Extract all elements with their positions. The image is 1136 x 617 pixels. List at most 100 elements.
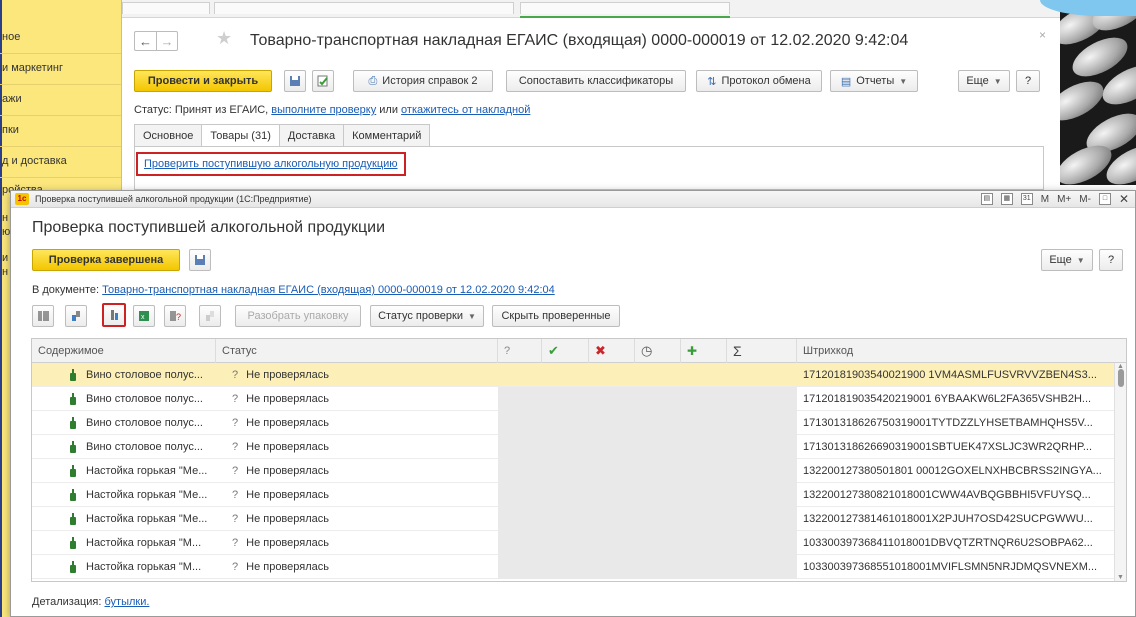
table-row[interactable]: Настойка горькая "Ме... ? Не проверялась 13… — [32, 507, 1114, 531]
help-button[interactable]: ? — [1099, 249, 1123, 271]
document-reference-link[interactable]: Товарно-транспортная накладная ЕГАИС (вх… — [102, 284, 555, 296]
nav-item-cut[interactable]: н — [2, 212, 8, 224]
save-button[interactable] — [284, 70, 306, 92]
table-row[interactable]: Вино столовое полус...? Не проверялась 171… — [32, 387, 1114, 411]
clock-icon[interactable]: ◷ — [635, 339, 681, 363]
tab-main[interactable]: Основное — [134, 124, 203, 146]
table-row[interactable]: Настойка горькая "М... ? Не проверялась 103… — [32, 531, 1114, 555]
favorite-star-icon[interactable]: ★ — [216, 28, 232, 49]
exchange-log-button[interactable]: ⇅ Протокол обмена — [696, 70, 822, 92]
cross-icon[interactable]: ✖ — [589, 339, 635, 363]
nav-item[interactable]: ное — [2, 31, 20, 43]
barcode-cell[interactable]: 171301318626690319001SBTUEK47XSLJC3WR2QR… — [803, 435, 1116, 459]
counts-cell[interactable] — [498, 435, 797, 459]
disabled-tool-button[interactable] — [199, 305, 221, 327]
save-button[interactable] — [189, 249, 211, 271]
table-row[interactable]: Вино столовое полус... ? Не проверялась 171… — [32, 411, 1114, 435]
column-header-status[interactable]: Статус — [216, 339, 498, 363]
content-cell[interactable]: Настойка горькая "Ме... — [70, 483, 216, 507]
counts-cell[interactable] — [498, 507, 797, 531]
more-button[interactable]: Еще ▼ — [1041, 249, 1093, 271]
barcode-cell[interactable]: 132200127380501801 00012GOXELNXHBCBRSS2I… — [803, 459, 1116, 483]
status-cell[interactable]: ? Не проверялась — [232, 531, 498, 555]
hide-checked-button[interactable]: Скрыть проверенные — [492, 305, 620, 327]
maximize-icon[interactable]: □ — [1098, 193, 1111, 205]
tab-comment[interactable]: Комментарий — [343, 124, 431, 146]
status-cell[interactable]: ? Не проверялась — [232, 483, 498, 507]
barcode-cell[interactable]: 171301318626750319001TYTDZZLYHSETBAMHQHS… — [803, 411, 1116, 435]
help-button[interactable]: ? — [1016, 70, 1040, 92]
content-cell[interactable]: Вино столовое полус... — [70, 363, 216, 387]
tab-goods[interactable]: Товары (31) — [201, 124, 280, 147]
status-cell[interactable]: ? Не проверялась — [232, 435, 498, 459]
window-tab-active[interactable] — [520, 2, 730, 14]
barcode-cell[interactable]: 103300397368551018001MVIFLSMN5NRJDMQSVNE… — [803, 555, 1116, 579]
reject-invoice-link[interactable]: откажитесь от накладной — [401, 104, 530, 116]
calculator-icon[interactable]: ▦ — [1000, 193, 1013, 205]
scrollbar-thumb[interactable] — [1118, 369, 1124, 387]
reports-button[interactable]: ▤ Отчеты ▼ — [830, 70, 918, 92]
post-document-button[interactable] — [312, 70, 334, 92]
status-cell[interactable]: ? Не проверялась — [232, 459, 498, 483]
content-cell[interactable]: Настойка горькая "М... — [70, 555, 216, 579]
content-cell[interactable]: Настойка горькая "М... — [70, 531, 216, 555]
column-header-unchecked[interactable]: ? — [498, 339, 542, 363]
status-cell[interactable]: ? Не проверялась — [232, 363, 498, 387]
load-from-file-button[interactable]: x — [133, 305, 155, 327]
barcode-cell[interactable]: 17120181903540021900 1VM4ASMLFUSVRVVZBEN… — [803, 363, 1116, 387]
content-cell[interactable]: Вино столовое полус... — [70, 435, 216, 459]
status-cell[interactable]: ? Не проверялась — [232, 411, 498, 435]
history-button[interactable]: ⎙ История справок 2 — [353, 70, 493, 92]
scroll-down-icon[interactable]: ▼ — [1117, 574, 1124, 581]
content-cell[interactable]: Настойка горькая "Ме... — [70, 459, 216, 483]
table-row[interactable]: Настойка горькая "Ме... ? Не проверялась 13… — [32, 483, 1114, 507]
memory-button[interactable]: M — [1041, 194, 1049, 205]
check-alcohol-link[interactable]: Проверить поступившую алкогольную продук… — [144, 158, 398, 170]
barcode-cell[interactable]: 132200127381461018001X2PJUH7OSD42SUCPGWW… — [803, 507, 1116, 531]
nav-item-delivery[interactable]: д и доставка — [2, 155, 67, 167]
table-row[interactable]: Вино столовое полус... ? Не проверялась 171… — [32, 363, 1114, 387]
run-check-link[interactable]: выполните проверку — [271, 104, 376, 116]
counts-cell[interactable] — [498, 459, 797, 483]
status-cell[interactable]: ? Не проверялась — [232, 555, 498, 579]
unknown-marks-button[interactable]: ? — [164, 305, 186, 327]
close-icon[interactable]: ✕ — [1119, 192, 1129, 206]
sum-icon[interactable]: Σ — [727, 339, 797, 363]
unpack-button[interactable]: Разобрать упаковку — [235, 305, 361, 327]
counts-cell[interactable] — [498, 555, 797, 579]
detail-bottles-link[interactable]: бутылки. — [104, 596, 149, 608]
column-header-content[interactable]: Содержимое — [32, 339, 216, 363]
memory-minus-button[interactable]: M- — [1079, 194, 1091, 205]
nav-item-cut[interactable]: ю — [2, 226, 10, 238]
scan-barcode-button[interactable] — [32, 305, 54, 327]
table-row[interactable]: Настойка горькая "Ме... ? Не проверялась 13… — [32, 459, 1114, 483]
memory-plus-button[interactable]: M+ — [1057, 194, 1071, 205]
search-tsd-button[interactable] — [65, 305, 87, 327]
nav-item-sales[interactable]: ажи — [2, 93, 22, 105]
calendar-icon[interactable]: 31 — [1020, 193, 1033, 205]
compare-classifiers-button[interactable]: Сопоставить классификаторы — [506, 70, 686, 92]
content-cell[interactable]: Вино столовое полус... — [70, 411, 216, 435]
barcode-cell[interactable]: 132200127380821018001CWW4AVBQGBBHI5VFUYS… — [803, 483, 1116, 507]
table-row[interactable]: Настойка горькая "М... ? Не проверялась 103… — [32, 555, 1114, 579]
table-row[interactable]: Вино столовое полус... ? Не проверялась 171… — [32, 435, 1114, 459]
tab-delivery[interactable]: Доставка — [278, 124, 345, 146]
check-complete-button[interactable]: Проверка завершена — [32, 249, 180, 271]
document-icon[interactable]: ▤ — [980, 193, 993, 205]
counts-cell[interactable] — [498, 531, 797, 555]
barcode-cell[interactable]: 103300397368411018001DBVQTZRTNQR6U2SOBPA… — [803, 531, 1116, 555]
counts-cell[interactable] — [498, 363, 797, 387]
window-tab[interactable] — [214, 2, 514, 14]
counts-cell[interactable] — [498, 483, 797, 507]
column-header-barcode[interactable]: Штрихкод — [797, 339, 1126, 363]
forward-button[interactable]: → — [156, 31, 178, 51]
status-cell[interactable]: ? Не проверялась — [232, 507, 498, 531]
nav-item-cut[interactable]: н — [2, 266, 8, 278]
nav-item-purchases[interactable]: пки — [2, 124, 19, 136]
plus-icon[interactable]: ✚ — [681, 339, 727, 363]
checkmark-icon[interactable]: ✔ — [542, 339, 589, 363]
check-status-dropdown[interactable]: Статус проверки ▼ — [370, 305, 484, 327]
more-button[interactable]: Еще ▼ — [958, 70, 1010, 92]
close-icon[interactable]: × — [1039, 28, 1046, 42]
content-cell[interactable]: Настойка горькая "Ме... — [70, 507, 216, 531]
